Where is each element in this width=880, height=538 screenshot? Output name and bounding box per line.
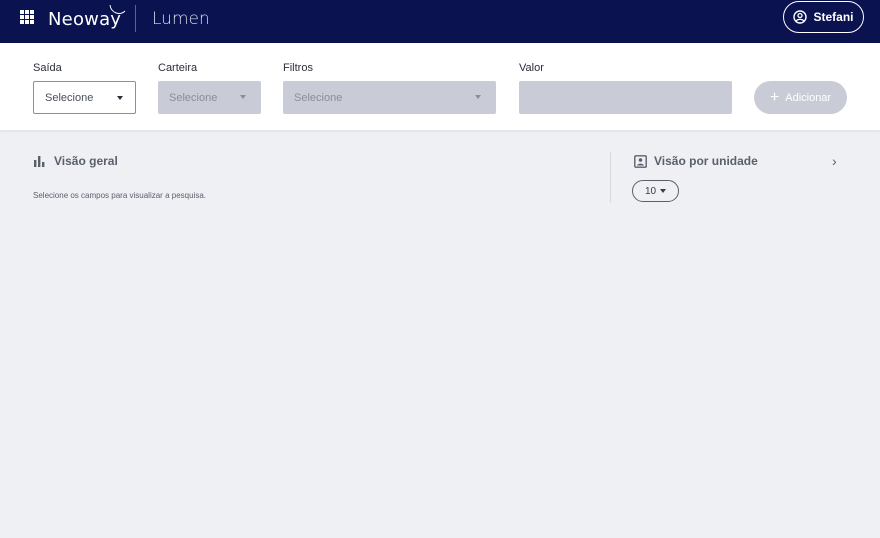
page-size-select[interactable]: 10: [632, 180, 679, 202]
chevron-down-icon: [240, 95, 246, 99]
filtros-select-value: Selecione: [294, 91, 343, 104]
saida-select-value: Selecione: [45, 91, 94, 104]
overview-hint: Selecione os campos para visualizar a pe…: [33, 191, 206, 200]
saida-select[interactable]: Selecione: [33, 81, 136, 114]
user-name: Stefani: [813, 10, 854, 24]
filter-bar: Saída Selecione Carteira Selecione Filtr…: [0, 43, 880, 130]
saida-label: Saída: [33, 62, 62, 74]
carteira-select[interactable]: Selecione: [158, 81, 261, 114]
carteira-label: Carteira: [158, 62, 198, 74]
add-button-label: Adicionar: [785, 91, 832, 104]
unit-view-section-title: Visão por unidade: [634, 154, 758, 168]
overview-title: Visão geral: [54, 154, 118, 168]
content-divider: [610, 152, 611, 203]
filtros-select[interactable]: Selecione: [283, 81, 496, 114]
brand-logo-arc-icon: [109, 4, 126, 14]
valor-label: Valor: [519, 62, 544, 74]
person-box-icon: [634, 154, 647, 168]
top-app-bar: Neoway Lumen Stefani: [0, 0, 880, 43]
apps-grid-icon[interactable]: [20, 10, 34, 24]
unit-view-title: Visão por unidade: [654, 154, 758, 168]
product-name: Lumen: [152, 9, 210, 29]
valor-input[interactable]: [519, 81, 732, 114]
filtros-label: Filtros: [283, 62, 313, 74]
add-button[interactable]: + Adicionar: [754, 81, 847, 114]
user-avatar-icon: [793, 10, 808, 24]
header-divider: [135, 5, 136, 32]
chevron-right-icon[interactable]: ›: [832, 153, 837, 169]
bar-chart-icon: [34, 156, 45, 167]
chevron-down-icon: [475, 95, 481, 99]
chevron-down-icon: [117, 96, 123, 100]
overview-section-title: Visão geral: [33, 154, 118, 168]
carteira-select-value: Selecione: [169, 91, 218, 104]
plus-icon: +: [769, 88, 780, 106]
user-menu-button[interactable]: Stefani: [783, 1, 864, 33]
page-size-value: 10: [644, 185, 657, 197]
chevron-down-icon: [660, 189, 667, 193]
